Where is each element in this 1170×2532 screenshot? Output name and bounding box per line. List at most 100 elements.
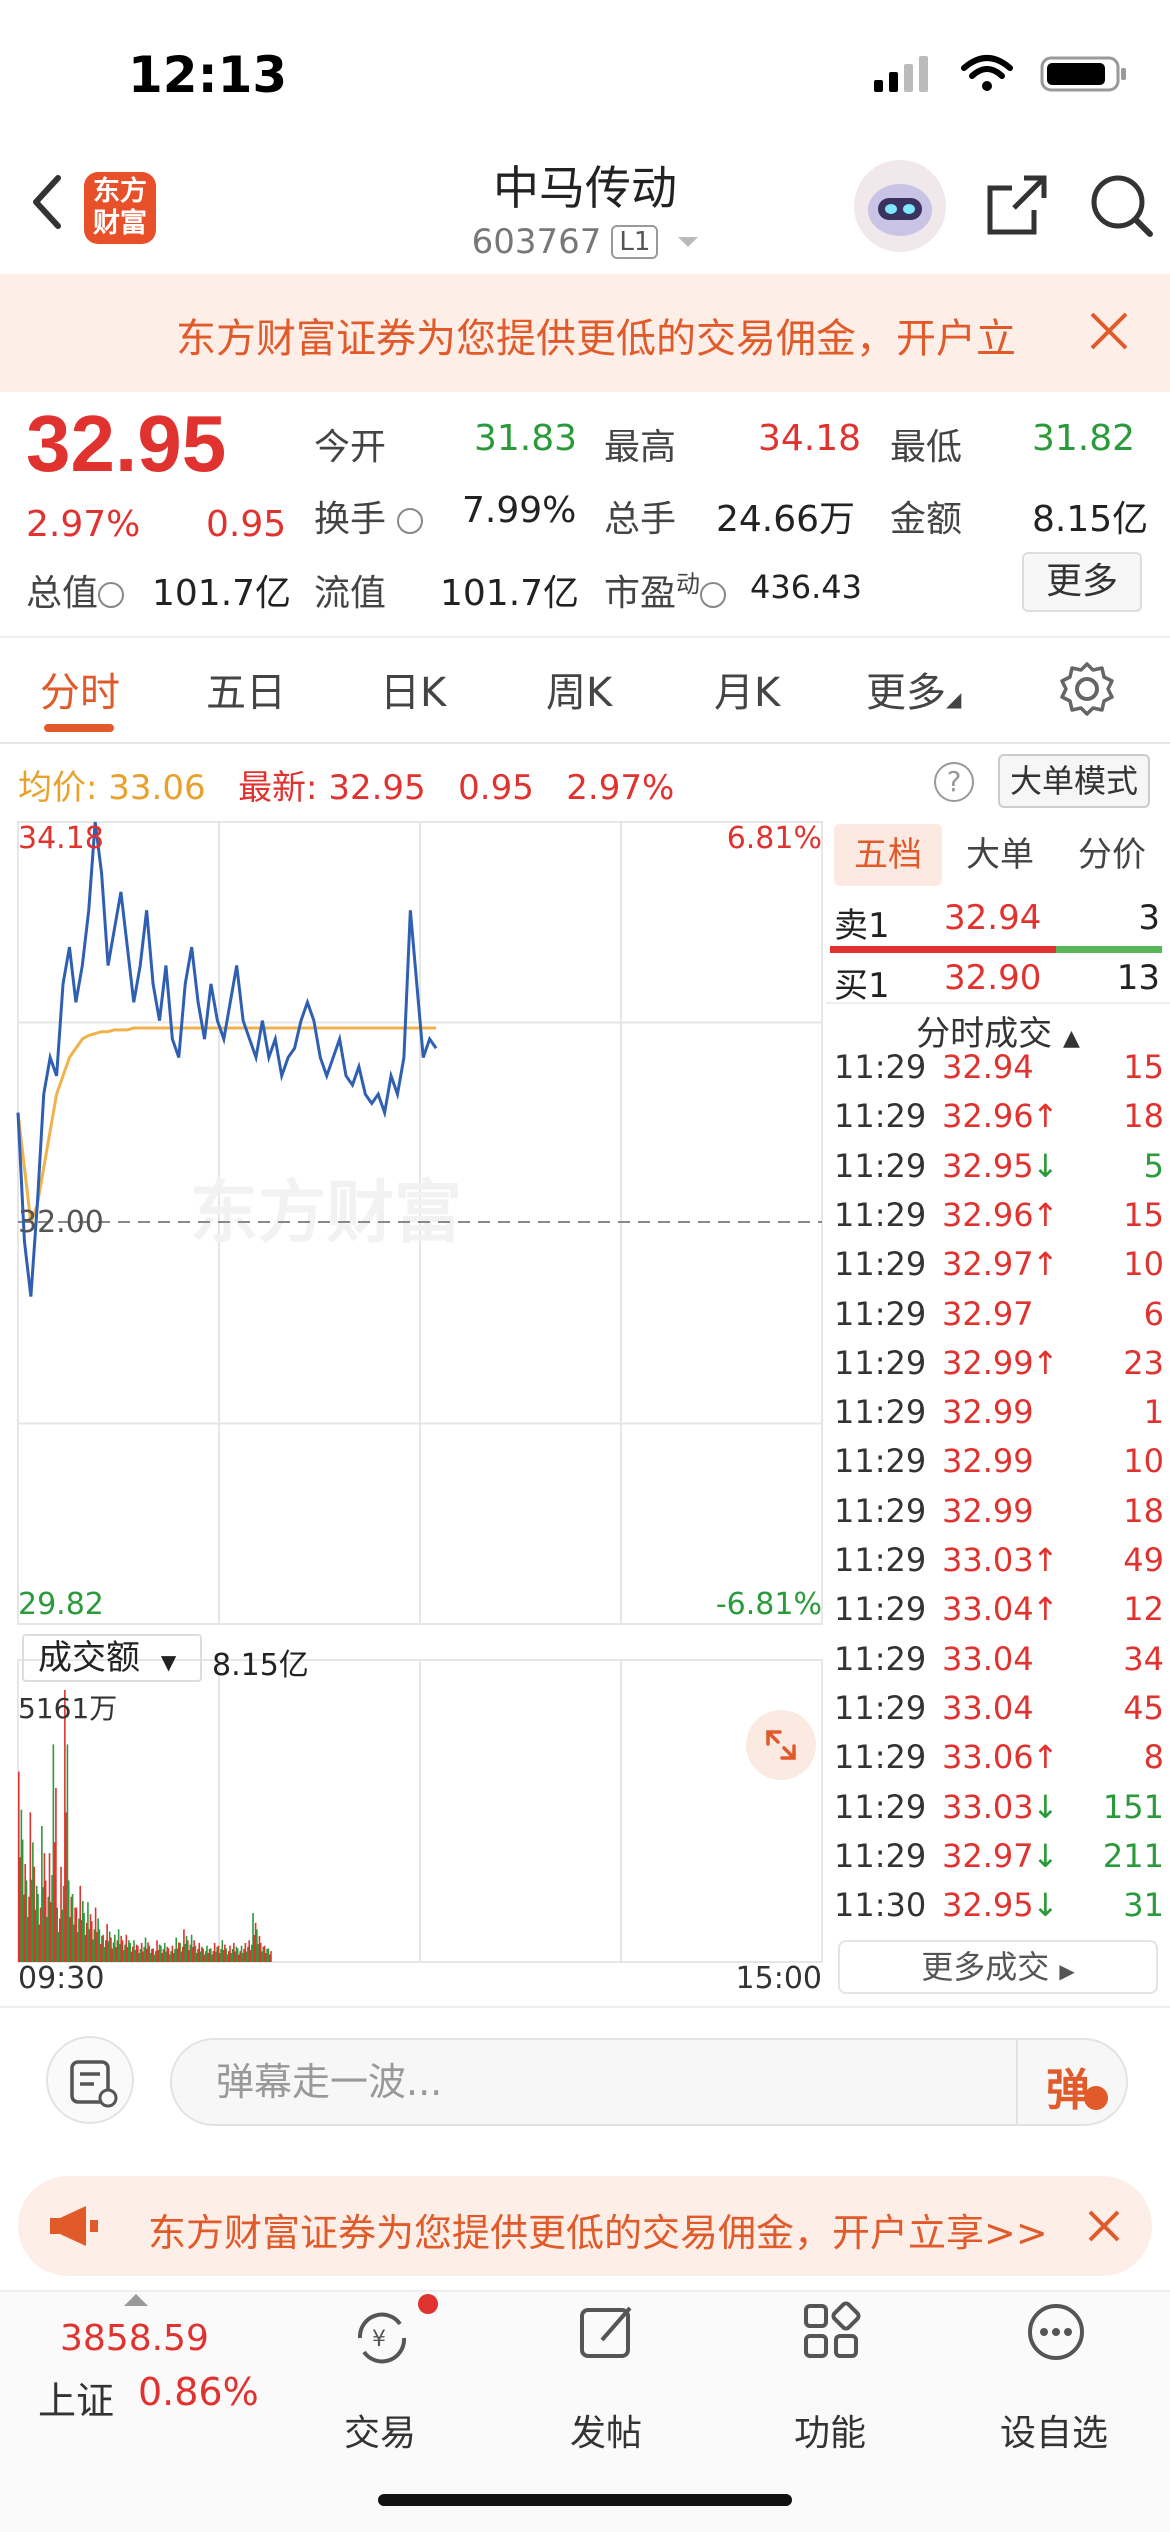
open-value: 31.83	[474, 418, 578, 459]
tab-function[interactable]: 功能	[740, 2404, 920, 2456]
trade-price: 33.03	[942, 1541, 1034, 1579]
volume-bar	[270, 1951, 272, 1962]
battery-icon	[1040, 56, 1126, 92]
trade-price: 32.99	[942, 1343, 1034, 1382]
big-order-mode-button[interactable]: 大单模式	[998, 754, 1150, 808]
trade-qty: 211	[1102, 1836, 1164, 1875]
trade-row: 11:29 32.97 6	[834, 1295, 1164, 1344]
change-amount: 0.95	[206, 504, 287, 545]
trade-qty: 5	[1143, 1146, 1164, 1185]
trade-time: 11:29	[834, 1294, 927, 1333]
more-quote-button[interactable]: 更多	[1022, 552, 1142, 612]
divider	[0, 636, 1170, 638]
trade-price: 32.99	[942, 1442, 1034, 1481]
tab-watchlist[interactable]: 设自选	[964, 2404, 1144, 2456]
tab-monthly-k[interactable]: 月K	[714, 660, 780, 718]
buy-ratio-bar	[1056, 946, 1162, 953]
index-pct[interactable]: 0.86%	[138, 2370, 259, 2414]
tab-big-order[interactable]: 大单	[946, 824, 1054, 886]
megaphone-icon	[50, 2206, 98, 2246]
volume-value: 24.66万	[716, 499, 856, 540]
trade-qty: 45	[1123, 1688, 1164, 1727]
close-icon[interactable]	[1086, 308, 1132, 354]
trade-qty: 15	[1123, 1195, 1164, 1234]
assistant-robot-icon[interactable]	[854, 160, 946, 252]
mktcap-value: 101.7亿	[152, 573, 292, 614]
info-icon[interactable]	[98, 582, 125, 608]
order-book-tabs: 五档 大单 分价	[828, 824, 1170, 886]
trade-arrow: ↓	[1032, 1787, 1059, 1826]
trade-qty: 12	[1123, 1590, 1164, 1629]
index-value[interactable]: 3858.59	[60, 2318, 209, 2359]
high-label: 最高	[604, 427, 677, 468]
tab-more[interactable]: 更多◢	[866, 660, 961, 718]
trade-row: 11:29 32.96 ↑ 15	[834, 1196, 1164, 1245]
post-icon[interactable]	[576, 2300, 640, 2364]
danmu-toggle-button[interactable]: 弹	[1016, 2038, 1126, 2126]
trade-price: 33.04	[942, 1688, 1034, 1727]
divider	[826, 1002, 1170, 1004]
tab-five-day[interactable]: 五日	[206, 660, 286, 718]
trade-time: 11:29	[834, 1738, 927, 1777]
more-dots-icon[interactable]	[1024, 2300, 1088, 2364]
expand-icon[interactable]	[746, 1710, 816, 1780]
comment-list-icon[interactable]	[46, 2036, 134, 2124]
share-icon[interactable]	[984, 172, 1050, 238]
tab-five-level[interactable]: 五档	[834, 824, 942, 886]
tab-weekly-k[interactable]: 周K	[546, 660, 612, 718]
trade-row: 11:29 33.06 ↑ 8	[834, 1738, 1164, 1787]
info-icon[interactable]	[397, 508, 424, 534]
high-value: 34.18	[758, 418, 862, 459]
volume-metric-select[interactable]: 成交额 ▼	[22, 1634, 202, 1682]
mktcap-label: 总值	[26, 564, 125, 616]
tab-daily-k[interactable]: 日K	[380, 660, 446, 718]
svg-text:¥: ¥	[372, 2327, 386, 2352]
intraday-chart[interactable]: 东方财富 34.18 32.00 29.82 6.81% -6.81% 5161…	[0, 816, 826, 1996]
trade-price: 33.03	[942, 1787, 1034, 1826]
low-value: 31.82	[1032, 418, 1136, 459]
info-icon[interactable]	[700, 582, 727, 608]
status-icons	[872, 54, 1130, 94]
trade-row: 11:29 32.97 ↓ 211	[834, 1837, 1164, 1886]
help-icon[interactable]: ?	[934, 762, 974, 802]
close-icon[interactable]	[1084, 2206, 1124, 2246]
trade-row: 11:29 33.03 ↓ 151	[834, 1788, 1164, 1837]
status-time: 12:13	[128, 46, 288, 104]
trade-qty: 49	[1123, 1541, 1164, 1579]
danmu-input[interactable]: 弹幕走一波...	[170, 2038, 1128, 2126]
trade-qty: 31	[1123, 1886, 1164, 1925]
level-badge: L1	[611, 225, 659, 259]
amount-label: 金额	[890, 499, 963, 540]
trade-time: 11:29	[834, 1245, 927, 1284]
trade-row: 11:29 32.96 ↑ 18	[834, 1097, 1164, 1146]
volume-grid	[17, 1659, 823, 1963]
trade-icon[interactable]: ¥	[350, 2306, 414, 2370]
trade-qty: 8	[1143, 1738, 1164, 1777]
tab-price-dist[interactable]: 分价	[1058, 824, 1166, 886]
latest-label: 最新:	[238, 768, 318, 808]
caret-up-icon	[124, 2294, 148, 2306]
tab-fenshi[interactable]: 分时	[40, 660, 120, 718]
trade-qty: 18	[1123, 1491, 1164, 1530]
home-indicator	[378, 2494, 792, 2506]
tab-trade[interactable]: 交易	[290, 2404, 470, 2456]
promo-banner-text: 东方财富证券为您提供更低的交易佣金，开户立	[176, 316, 1016, 362]
trade-time: 11:29	[834, 1048, 927, 1086]
gear-icon[interactable]	[1058, 660, 1116, 718]
amount-value: 8.15亿	[1032, 499, 1149, 540]
index-name[interactable]: 上证	[38, 2370, 114, 2425]
buy1-row: 买1 32.90 13	[834, 958, 1160, 1006]
search-icon[interactable]	[1088, 172, 1154, 238]
grid-icon[interactable]	[800, 2300, 864, 2364]
trade-price: 32.97	[942, 1294, 1034, 1333]
tab-post[interactable]: 发帖	[516, 2404, 696, 2456]
latest-pct: 2.97%	[566, 768, 675, 808]
pe-value: 436.43	[750, 568, 862, 606]
trade-row: 11:29 32.99 ↑ 23	[834, 1344, 1164, 1393]
trade-row: 11:29 33.04 34	[834, 1640, 1164, 1689]
more-trades-button[interactable]: 更多成交 ▶	[838, 1940, 1158, 1994]
promo-banner-bottom-text: 东方财富证券为您提供更低的交易佣金，开户立享>>	[148, 2211, 1048, 2255]
trade-time: 11:29	[834, 1393, 927, 1432]
wifi-icon	[961, 55, 1013, 91]
trade-row: 11:29 33.04 45	[834, 1689, 1164, 1738]
